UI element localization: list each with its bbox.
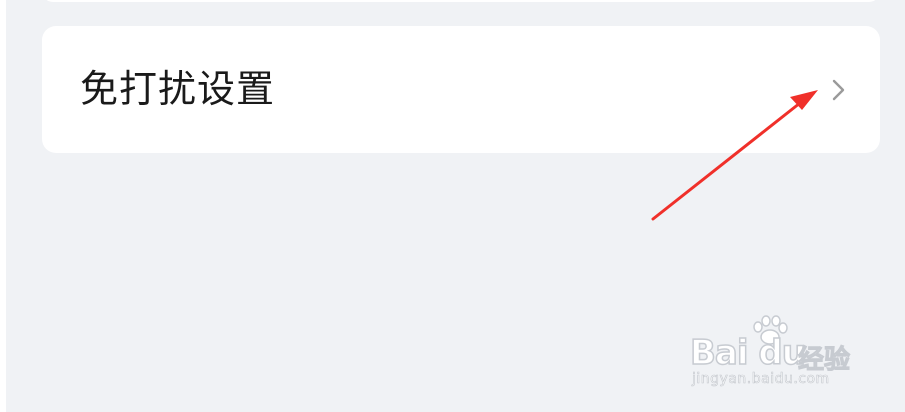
baidu-jingyan-watermark: Bai du 经验 jingyan.baidu.com [689, 315, 870, 395]
row-label: 免打扰设置 [80, 67, 276, 111]
watermark-brand: Bai du [689, 332, 806, 374]
watermark-url: jingyan.baidu.com [692, 371, 830, 388]
do-not-disturb-settings-row[interactable]: 免打扰设置 [42, 26, 880, 153]
chevron-right-icon [832, 79, 845, 101]
previous-card-bottom [42, 0, 880, 2]
